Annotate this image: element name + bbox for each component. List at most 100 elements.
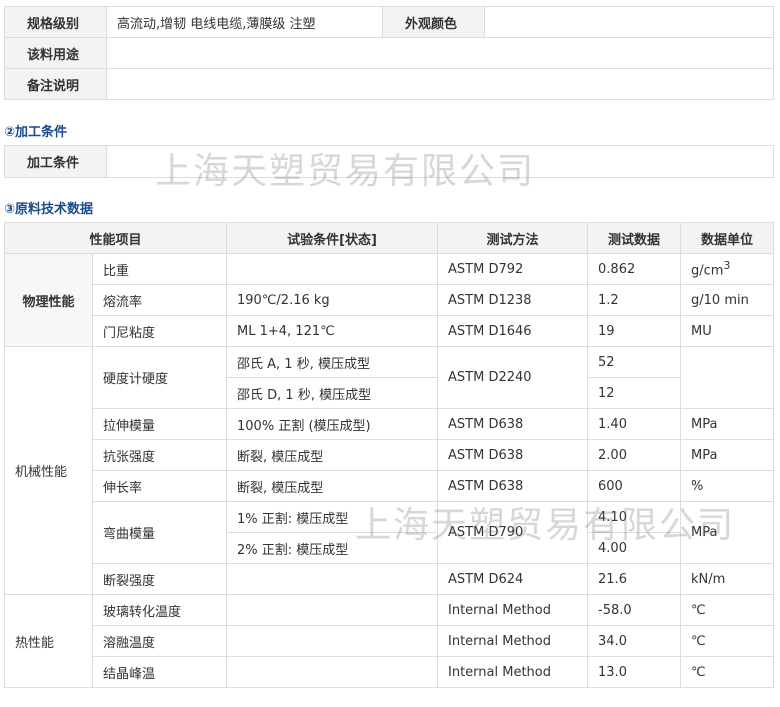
header-property: 性能项目 [3,222,228,254]
notes-label: 备注说明 [4,68,107,100]
method-cell: ASTM D790 [437,501,589,564]
condition-cell [226,253,439,285]
condition-cell: 断裂, 模压成型 [226,439,439,471]
header-value: 测试数据 [587,222,682,254]
table-row: 断裂强度 ASTM D624 21.6 kN/m [5,563,774,595]
value-cell: 13.0 [587,656,682,688]
value-cell: -58.0 [587,594,682,626]
condition-cell: 1% 正割: 模压成型 [226,501,439,533]
unit-cell: g/cm3 [680,253,774,285]
unit-cell: % [680,470,774,502]
notes-value [106,68,774,100]
value-cell: 0.862 [587,253,682,285]
category-mechanical: 机械性能 [4,346,93,595]
processing-value [106,145,774,178]
color-value [484,6,774,38]
grade-value: 高流动,增韧 电线电缆,薄膜级 注塑 [106,6,383,38]
grade-label: 规格级别 [4,6,107,38]
technical-data-table: 性能项目 试验条件[状态] 测试方法 测试数据 数据单位 物理性能 比重 AST… [3,222,774,688]
value-cell: 1.2 [587,284,682,316]
condition-cell [226,563,439,595]
table-row: 熔流率 190℃/2.16 kg ASTM D1238 1.2 g/10 min [5,284,774,316]
item-cell: 熔流率 [91,284,228,316]
table-row: 结晶峰温 Internal Method 13.0 ℃ [5,656,774,688]
method-cell: ASTM D638 [437,439,589,471]
processing-table: 加工条件 [4,145,774,178]
item-cell: 比重 [91,253,228,285]
method-cell: ASTM D1238 [437,284,589,316]
value-cell: 1.40 [587,408,682,440]
unit-base: g/cm [691,263,724,279]
method-cell: ASTM D1646 [437,315,589,347]
method-cell: Internal Method [437,625,589,657]
unit-cell: ℃ [680,656,774,688]
header-method: 测试方法 [437,222,589,254]
value-cell: 2.00 [587,439,682,471]
value-cell: 4.10 [587,501,682,533]
table-row: 机械性能 硬度计硬度 邵氏 A, 1 秒, 模压成型 ASTM D2240 52 [4,346,774,595]
item-cell: 溶融温度 [91,625,228,657]
table-row: 物理性能 比重 ASTM D792 0.862 g/cm3 [4,253,774,347]
unit-cell: ℃ [680,625,774,657]
table-row: 规格级别 高流动,增韧 电线电缆,薄膜级 注塑 外观颜色 [4,6,774,38]
condition-cell: 100% 正割 (模压成型) [226,408,439,440]
condition-cell [226,625,439,657]
table-row: 弯曲模量 1% 正割: 模压成型 ASTM D790 4.10 MPa [5,501,774,564]
value-cell: 4.00 [587,532,682,564]
value-cell: 52 [587,346,682,378]
table-row: 溶融温度 Internal Method 34.0 ℃ [5,625,774,657]
unit-cell: MPa [680,439,774,471]
section-title-processing: ②加工条件 [4,125,68,140]
value-cell: 12 [587,377,682,409]
value-cell: 600 [587,470,682,502]
spec-info-table: 规格级别 高流动,增韧 电线电缆,薄膜级 注塑 外观颜色 该料用途 备注说明 [4,6,774,100]
header-condition: 试验条件[状态] [226,222,439,254]
category-physical: 物理性能 [4,253,93,347]
table-row: 拉伸模量 100% 正割 (模压成型) ASTM D638 1.40 MPa [5,408,774,440]
item-cell: 门尼粘度 [91,315,228,347]
condition-cell: 邵氏 A, 1 秒, 模压成型 [226,346,439,378]
unit-cell: g/10 min [680,284,774,316]
value-cell: 21.6 [587,563,682,595]
method-cell: ASTM D638 [437,470,589,502]
item-cell: 结晶峰温 [91,656,228,688]
table-row: 备注说明 [4,68,774,100]
usage-value [106,37,774,69]
table-row: 热性能 玻璃转化温度 Internal Method -58.0 ℃ [4,594,774,688]
table-row: 抗张强度 断裂, 模压成型 ASTM D638 2.00 MPa [5,439,774,471]
color-label: 外观颜色 [382,6,485,38]
table-row: 门尼粘度 ML 1+4, 121℃ ASTM D1646 19 MU [5,315,774,347]
item-cell: 断裂强度 [91,563,228,595]
table-row: 加工条件 [4,145,774,178]
method-cell: ASTM D792 [437,253,589,285]
condition-cell: 2% 正割: 模压成型 [226,532,439,564]
method-cell: Internal Method [437,656,589,688]
table-row: 该料用途 [4,37,774,69]
condition-cell: 190℃/2.16 kg [226,284,439,316]
condition-cell [226,594,439,626]
unit-cell: MPa [680,501,774,564]
section-title-technical-data: ③原料技术数据 [4,202,94,217]
method-cell: ASTM D624 [437,563,589,595]
unit-cell: kN/m [680,563,774,595]
method-cell: ASTM D2240 [437,346,589,409]
method-cell: ASTM D638 [437,408,589,440]
value-cell: 34.0 [587,625,682,657]
unit-cell: ℃ [680,594,774,626]
item-cell: 玻璃转化温度 [91,594,228,626]
unit-superscript: 3 [723,259,731,273]
item-cell: 伸长率 [91,470,228,502]
header-unit: 数据单位 [680,222,774,254]
table-header-row: 性能项目 试验条件[状态] 测试方法 测试数据 数据单位 [3,222,774,254]
unit-cell [680,346,774,409]
item-cell: 硬度计硬度 [91,346,228,409]
method-cell: Internal Method [437,594,589,626]
category-thermal: 热性能 [4,594,93,688]
condition-cell: ML 1+4, 121℃ [226,315,439,347]
condition-cell [226,656,439,688]
item-cell: 抗张强度 [91,439,228,471]
condition-cell: 邵氏 D, 1 秒, 模压成型 [226,377,439,409]
usage-label: 该料用途 [4,37,107,69]
value-cell: 19 [587,315,682,347]
unit-cell: MU [680,315,774,347]
